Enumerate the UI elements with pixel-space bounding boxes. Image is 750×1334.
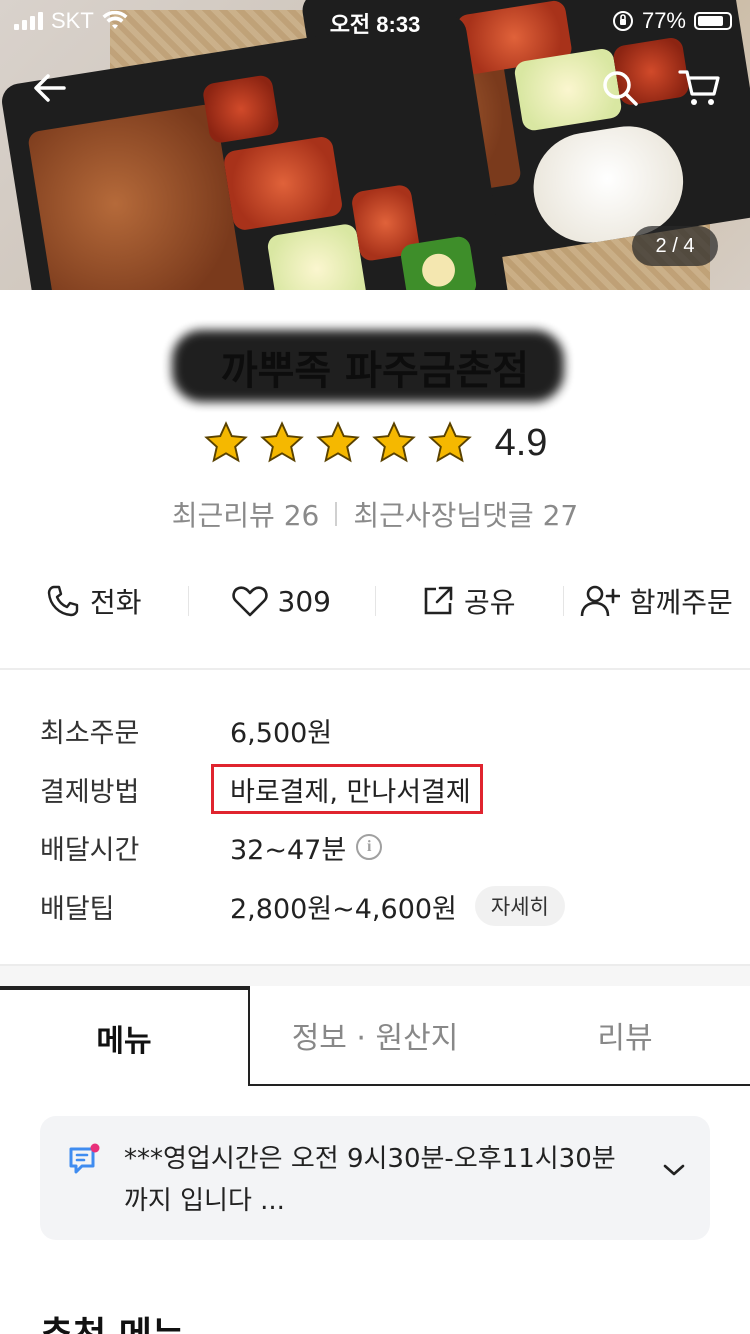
delivery-tip-detail-button[interactable]: 자세히	[474, 886, 565, 926]
tab-reviews[interactable]: 리뷰	[500, 986, 750, 1086]
star-icon	[259, 421, 304, 463]
tab-info-origin[interactable]: 정보 · 원산지	[250, 986, 500, 1086]
min-order-row: 최소주문 6,500원	[40, 708, 720, 752]
image-page-indicator: 2 / 4	[632, 226, 718, 266]
heart-icon	[231, 586, 268, 617]
rating-row[interactable]: 4.9	[0, 420, 750, 466]
action-bar: 전화 309 공유 함께주문	[0, 570, 750, 632]
owner-comments-link[interactable]: 최근사장님댓글 27	[353, 494, 578, 534]
search-icon	[603, 71, 638, 106]
separator	[335, 502, 338, 526]
call-button[interactable]: 전화	[0, 570, 188, 632]
notice-text: ***영업시간은 오전 9시30분-오후11시30분까지 입니다 ...	[124, 1144, 616, 1216]
review-meta: 최근리뷰 26 최근사장님댓글 27	[0, 494, 750, 534]
delivery-tip-value: 2,800원~4,600원	[230, 893, 457, 925]
section-divider	[0, 964, 750, 986]
delivery-time-row: 배달시간 32~47분 i	[40, 825, 720, 869]
recent-reviews-link[interactable]: 최근리뷰 26	[172, 494, 320, 534]
payment-label: 결제방법	[40, 776, 140, 808]
recommended-menu-title: 추천 메뉴	[40, 1306, 185, 1334]
share-label: 공유	[463, 586, 516, 619]
search-button[interactable]	[590, 58, 650, 118]
delivery-tip-label: 배달팁	[40, 893, 115, 925]
add-person-icon	[580, 585, 620, 617]
redaction-scribble	[172, 330, 564, 402]
phone-icon	[47, 585, 79, 617]
star-icon	[203, 421, 248, 463]
status-bar: SKT 오전 8:33 77%	[0, 0, 750, 40]
star-icon	[427, 421, 472, 463]
min-order-value: 6,500원	[230, 717, 333, 749]
hero-image[interactable]: SKT 오전 8:33 77% 2 / 4	[0, 0, 750, 290]
share-icon	[424, 586, 453, 615]
min-order-label: 최소주문	[40, 717, 140, 749]
divider	[0, 668, 750, 670]
tab-bar: 메뉴 정보 · 원산지 리뷰	[0, 986, 750, 1086]
cart-icon	[678, 70, 720, 105]
share-button[interactable]: 공유	[375, 570, 563, 632]
call-label: 전화	[89, 586, 142, 619]
delivery-time-value: 32~47분	[230, 834, 347, 866]
tab-menu[interactable]: 메뉴	[0, 986, 250, 1086]
cart-button[interactable]	[670, 58, 730, 118]
star-icon	[371, 421, 416, 463]
like-button[interactable]: 309	[187, 570, 376, 632]
lunchbox-tray-left	[0, 13, 511, 290]
rating-value: 4.9	[494, 421, 548, 464]
orientation-lock-icon	[612, 11, 633, 31]
star-icon	[315, 421, 360, 463]
chevron-down-icon[interactable]	[662, 1162, 686, 1178]
group-order-button[interactable]: 함께주문	[562, 570, 750, 632]
group-order-label: 함께주문	[629, 586, 733, 619]
highlight-box	[211, 764, 483, 814]
back-arrow-icon	[34, 74, 66, 102]
back-button[interactable]	[20, 58, 80, 118]
delivery-tip-row: 배달팁 2,800원~4,600원 자세히	[40, 884, 720, 928]
info-icon[interactable]: i	[356, 834, 383, 860]
notice-chat-icon	[69, 1143, 100, 1174]
delivery-time-label: 배달시간	[40, 834, 140, 866]
like-count: 309	[277, 584, 331, 618]
battery-percent: 77%	[641, 8, 686, 33]
battery-icon	[694, 12, 732, 30]
notice-banner[interactable]: ***영업시간은 오전 9시30분-오후11시30분까지 입니다 ...	[40, 1116, 710, 1240]
